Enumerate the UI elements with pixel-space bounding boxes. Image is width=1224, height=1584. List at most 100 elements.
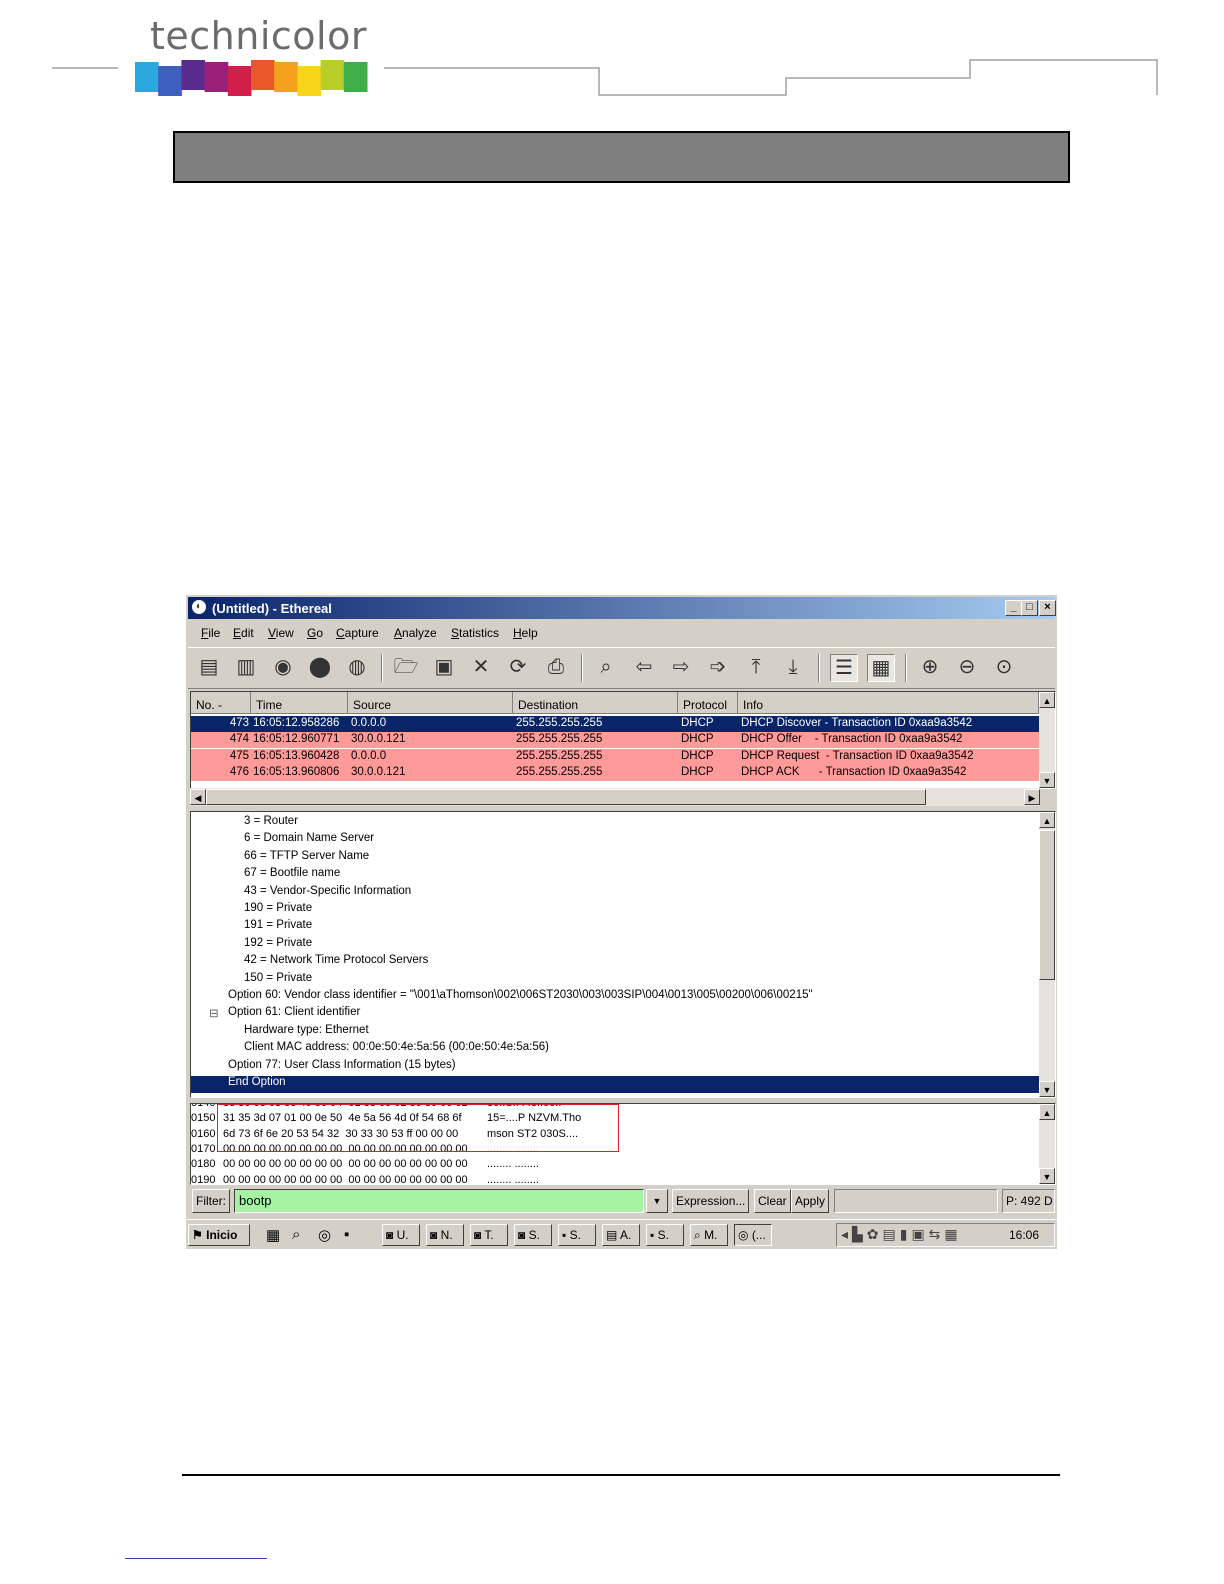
detail-line[interactable]: 191 = Private: [244, 919, 312, 936]
colorize-icon[interactable]: ☰: [830, 654, 858, 682]
reload-icon[interactable]: ⟳: [505, 654, 531, 680]
detail-line[interactable]: Option 77: User Class Information (15 by…: [228, 1059, 456, 1076]
task-button-active[interactable]: ◎ (...: [734, 1224, 772, 1246]
task-button[interactable]: ◙ S.: [514, 1224, 552, 1246]
scroll-down-button[interactable]: ▼: [1039, 772, 1055, 788]
hex-ascii[interactable]: ........ ........: [487, 1158, 539, 1173]
back-icon[interactable]: ⇦: [631, 654, 657, 680]
open-icon[interactable]: 🗁: [393, 654, 419, 680]
clear-button[interactable]: Clear: [754, 1189, 791, 1213]
col-time[interactable]: Time: [251, 692, 348, 714]
capture-options-icon[interactable]: ▥: [233, 654, 259, 680]
save-icon[interactable]: ▣: [431, 654, 457, 680]
tray-icons[interactable]: ◂▙✿▤▮▣⇆▦: [841, 1226, 962, 1243]
scroll-up-button[interactable]: ▲: [1039, 692, 1055, 708]
task-button[interactable]: ◙ T.: [470, 1224, 508, 1246]
col-info[interactable]: Info: [738, 692, 1039, 714]
last-icon[interactable]: ⤓: [780, 654, 806, 680]
filter-button[interactable]: Filter:: [192, 1189, 230, 1213]
capture-stop-icon[interactable]: ⬤: [307, 654, 333, 680]
hex-bytes[interactable]: 00 00 00 00 00 00 00 00 00 00 00 00 00 0…: [223, 1158, 468, 1173]
hex-bytes[interactable]: 00 00 00 00 00 00 00 00 00 00 00 00 00 0…: [223, 1174, 468, 1185]
interfaces-icon[interactable]: ▤: [196, 654, 222, 680]
menu-go[interactable]: Go: [307, 626, 323, 640]
capture-restart-icon[interactable]: ◍: [344, 654, 370, 680]
scroll-right-button[interactable]: ▶: [1024, 789, 1040, 805]
quicklaunch-icon[interactable]: ▦: [266, 1226, 280, 1244]
detail-line[interactable]: 67 = Bootfile name: [244, 867, 340, 884]
zoom-normal-icon[interactable]: ⊙: [991, 654, 1017, 680]
apply-button[interactable]: Apply: [791, 1189, 830, 1213]
ethereal-window: ◐ (Untitled) - Ethereal _ □ × File Edit …: [186, 595, 1057, 1249]
menu-edit[interactable]: Edit: [233, 626, 254, 640]
menu-file[interactable]: File: [201, 626, 220, 640]
detail-line[interactable]: End Option: [191, 1076, 1039, 1093]
menu-view[interactable]: View: [268, 626, 294, 640]
col-no[interactable]: No. -: [191, 692, 251, 714]
scroll-up-button[interactable]: ▲: [1039, 812, 1055, 828]
menu-analyze[interactable]: Analyze: [394, 626, 437, 640]
detail-line[interactable]: 150 = Private: [244, 972, 312, 989]
filter-input[interactable]: bootp: [234, 1189, 644, 1213]
task-button[interactable]: ▪ S.: [646, 1224, 684, 1246]
menu-statistics[interactable]: Statistics: [451, 626, 499, 640]
task-button[interactable]: ▪ S.: [558, 1224, 596, 1246]
packet-row[interactable]: 476 16:05:13.960806 30.0.0.121 255.255.255.…: [191, 764, 1039, 781]
task-button[interactable]: ◙ U.: [382, 1224, 420, 1246]
hex-ascii[interactable]: ........ ........: [487, 1174, 539, 1185]
packet-detail-pane: 3 = Router 6 = Domain Name Server 66 = TFT…: [190, 811, 1056, 1098]
quicklaunch-icon[interactable]: ▪: [344, 1226, 349, 1243]
scroll-left-button[interactable]: ◀: [190, 789, 206, 805]
autoscroll-icon[interactable]: ▦: [867, 654, 895, 682]
forward-icon[interactable]: ⇨: [668, 654, 694, 680]
packet-list-scrollbar[interactable]: ▲ ▼: [1039, 692, 1055, 788]
scroll-up-button[interactable]: ▲: [1039, 1104, 1055, 1120]
maximize-button[interactable]: □: [1021, 600, 1038, 616]
hscroll-thumb[interactable]: [206, 789, 926, 805]
detail-line[interactable]: 66 = TFTP Server Name: [244, 850, 369, 867]
close-window-button[interactable]: ×: [1039, 600, 1056, 616]
find-icon[interactable]: ⌕: [593, 654, 619, 680]
menu-help[interactable]: Help: [513, 626, 538, 640]
detail-line[interactable]: 192 = Private: [244, 937, 312, 954]
close-icon[interactable]: ✕: [468, 654, 494, 680]
minimize-button[interactable]: _: [1005, 600, 1022, 616]
scroll-down-button[interactable]: ▼: [1039, 1081, 1055, 1097]
packet-row[interactable]: 475 16:05:13.960428 0.0.0.0 255.255.255.255…: [191, 748, 1039, 765]
expression-button[interactable]: Expression...: [672, 1189, 750, 1213]
detail-line[interactable]: 42 = Network Time Protocol Servers: [244, 954, 428, 971]
hex-scrollbar[interactable]: ▲ ▼: [1039, 1104, 1055, 1184]
task-button[interactable]: ◙ N.: [426, 1224, 464, 1246]
col-protocol[interactable]: Protocol: [678, 692, 738, 714]
detail-line[interactable]: Client MAC address: 00:0e:50:4e:5a:56 (0…: [244, 1041, 549, 1058]
col-source[interactable]: Source: [348, 692, 513, 714]
zoom-out-icon[interactable]: ⊖: [954, 654, 980, 680]
task-button[interactable]: ▤ A.: [602, 1224, 640, 1246]
menu-capture[interactable]: Capture: [336, 626, 379, 640]
detail-scrollbar[interactable]: ▲ ▼: [1039, 812, 1055, 1097]
packet-list-hscrollbar[interactable]: ◀ ▶: [190, 788, 1040, 806]
quicklaunch-icon[interactable]: ◎: [318, 1226, 331, 1244]
detail-line[interactable]: 190 = Private: [244, 902, 312, 919]
detail-scroll-thumb[interactable]: [1039, 830, 1055, 980]
detail-line[interactable]: 43 = Vendor-Specific Information: [244, 885, 411, 902]
filter-dropdown-icon[interactable]: ▼: [646, 1189, 668, 1213]
task-button[interactable]: ⌕ M.: [690, 1224, 728, 1246]
quicklaunch-icon[interactable]: ⌕: [292, 1226, 300, 1243]
print-icon[interactable]: ⎙: [543, 654, 569, 680]
start-button[interactable]: ⚑ Inicio: [188, 1224, 250, 1246]
scroll-down-button[interactable]: ▼: [1039, 1168, 1055, 1184]
zoom-in-icon[interactable]: ⊕: [917, 654, 943, 680]
col-destination[interactable]: Destination: [513, 692, 678, 714]
detail-line[interactable]: 3 = Router: [244, 815, 298, 832]
packet-row[interactable]: 473 16:05:12.958286 0.0.0.0 255.255.255.255…: [191, 716, 1039, 732]
detail-line[interactable]: 6 = Domain Name Server: [244, 832, 374, 849]
detail-line[interactable]: Hardware type: Ethernet: [244, 1024, 369, 1041]
detail-line[interactable]: Option 61: Client identifier: [228, 1006, 360, 1023]
first-icon[interactable]: ⤒: [743, 654, 769, 680]
packet-row[interactable]: 474 16:05:12.960771 30.0.0.121 255.255.255.…: [191, 732, 1039, 749]
capture-start-icon[interactable]: ◉: [270, 654, 296, 680]
goto-icon[interactable]: ➩: [705, 654, 731, 680]
detail-line[interactable]: Option 60: Vendor class identifier = "\0…: [228, 989, 813, 1006]
collapse-toggle-icon[interactable]: ⊟: [209, 1006, 219, 1023]
